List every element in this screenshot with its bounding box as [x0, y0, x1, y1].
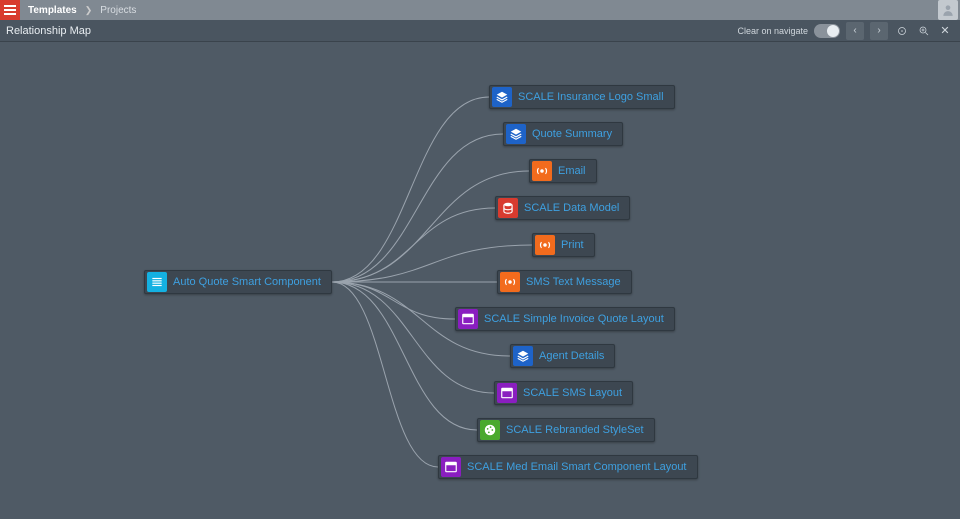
broadcast-icon: [532, 161, 552, 181]
root-node[interactable]: Auto Quote Smart Component: [144, 270, 332, 294]
user-avatar[interactable]: [938, 0, 958, 20]
node-label: Agent Details: [539, 350, 604, 362]
node-label: Print: [561, 239, 584, 251]
node-label: SCALE Rebranded StyleSet: [506, 424, 644, 436]
child-node[interactable]: Quote Summary: [503, 122, 623, 146]
top-bar: Templates ❯ Projects: [0, 0, 960, 20]
relationship-canvas[interactable]: Auto Quote Smart Component SCALE Insuranc…: [0, 42, 960, 519]
child-node[interactable]: Email: [529, 159, 597, 183]
close-icon: ✕: [940, 24, 949, 37]
zoom-button[interactable]: [916, 23, 932, 39]
node-label: Auto Quote Smart Component: [173, 276, 321, 288]
child-node[interactable]: SCALE Med Email Smart Component Layout: [438, 455, 698, 479]
layers-icon: [513, 346, 533, 366]
node-label: SCALE SMS Layout: [523, 387, 622, 399]
layers-icon: [492, 87, 512, 107]
node-label: SCALE Data Model: [524, 202, 619, 214]
broadcast-icon: [500, 272, 520, 292]
chevron-left-icon: ‹: [853, 25, 856, 36]
child-node[interactable]: SCALE Rebranded StyleSet: [477, 418, 655, 442]
clear-on-navigate-label: Clear on navigate: [737, 26, 808, 36]
toolbar: Clear on navigate ‹ › ✕: [737, 22, 952, 40]
breadcrumb-projects[interactable]: Projects: [100, 5, 136, 16]
breadcrumb: Templates ❯ Projects: [20, 5, 136, 16]
layout-icon: [497, 383, 517, 403]
child-node[interactable]: SMS Text Message: [497, 270, 632, 294]
recenter-button[interactable]: [894, 23, 910, 39]
magnifier-plus-icon: [918, 25, 930, 37]
layers-icon: [506, 124, 526, 144]
broadcast-icon: [535, 235, 555, 255]
child-node[interactable]: SCALE Simple Invoice Quote Layout: [455, 307, 675, 331]
close-button[interactable]: ✕: [938, 24, 952, 38]
child-node[interactable]: SCALE Data Model: [495, 196, 630, 220]
nav-forward-button[interactable]: ›: [870, 22, 888, 40]
chevron-right-icon: ❯: [85, 5, 93, 16]
clear-on-navigate-toggle[interactable]: [814, 24, 840, 38]
nav-back-button[interactable]: ‹: [846, 22, 864, 40]
page-title: Relationship Map: [6, 25, 91, 37]
chevron-right-icon: ›: [877, 25, 880, 36]
child-node[interactable]: SCALE Insurance Logo Small: [489, 85, 675, 109]
node-label: SMS Text Message: [526, 276, 621, 288]
node-label: SCALE Med Email Smart Component Layout: [467, 461, 687, 473]
list-icon: [147, 272, 167, 292]
node-label: Email: [558, 165, 586, 177]
breadcrumb-templates[interactable]: Templates: [28, 5, 77, 16]
database-icon: [498, 198, 518, 218]
node-label: SCALE Insurance Logo Small: [518, 91, 664, 103]
child-node[interactable]: SCALE SMS Layout: [494, 381, 633, 405]
child-node[interactable]: Agent Details: [510, 344, 615, 368]
layout-icon: [441, 457, 461, 477]
target-icon: [896, 25, 908, 37]
node-label: Quote Summary: [532, 128, 612, 140]
child-node[interactable]: Print: [532, 233, 595, 257]
layout-icon: [458, 309, 478, 329]
palette-icon: [480, 420, 500, 440]
title-bar: Relationship Map Clear on navigate ‹ › ✕: [0, 20, 960, 42]
menu-icon[interactable]: [0, 0, 20, 20]
node-label: SCALE Simple Invoice Quote Layout: [484, 313, 664, 325]
